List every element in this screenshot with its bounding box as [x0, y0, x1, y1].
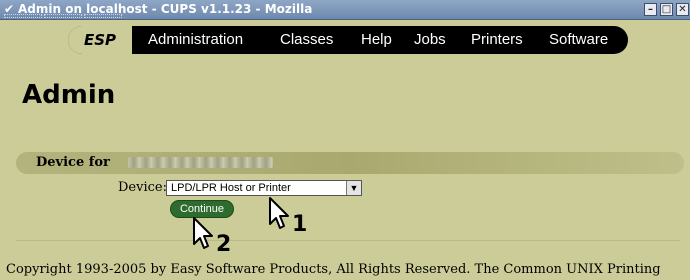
device-select[interactable]: LPD/LPR Host or Printer ▼ [166, 180, 362, 196]
close-icon[interactable]: ✕ [676, 3, 689, 16]
nav-help[interactable]: Help [361, 26, 392, 54]
device-for-label: Device for [36, 155, 110, 170]
step-1-label: 1 [292, 212, 308, 237]
nav-software[interactable]: Software [549, 26, 608, 54]
chevron-down-icon[interactable]: ▼ [346, 181, 361, 195]
device-select-value: LPD/LPR Host or Printer [171, 182, 291, 194]
page-content: ESP Administration Classes Help Jobs Pri… [0, 20, 690, 280]
device-for-band: Device for [16, 152, 684, 174]
footer-text: Copyright 1993-2005 by Easy Software Pro… [6, 262, 661, 277]
nav-administration[interactable]: Administration [148, 26, 243, 54]
redacted-device-name [128, 157, 273, 168]
tab-grip [4, 14, 124, 18]
page-title: Admin [22, 80, 116, 110]
window-titlebar: ✔ Admin on localhost - CUPS v1.1.23 - Mo… [0, 0, 690, 20]
device-label: Device: [118, 180, 167, 195]
minimize-icon[interactable]: – [644, 3, 657, 16]
maximize-icon[interactable]: □ [660, 3, 673, 16]
nav-printers[interactable]: Printers [471, 26, 523, 54]
step-2-label: 2 [216, 232, 232, 257]
nav-esp[interactable]: ESP [68, 26, 132, 54]
nav-classes[interactable]: Classes [280, 26, 333, 54]
pointer-cursor-icon [269, 197, 289, 229]
nav-jobs[interactable]: Jobs [414, 26, 446, 54]
divider [16, 240, 680, 241]
nav-bar: ESP Administration Classes Help Jobs Pri… [68, 26, 628, 54]
pointer-cursor-icon [193, 217, 213, 249]
